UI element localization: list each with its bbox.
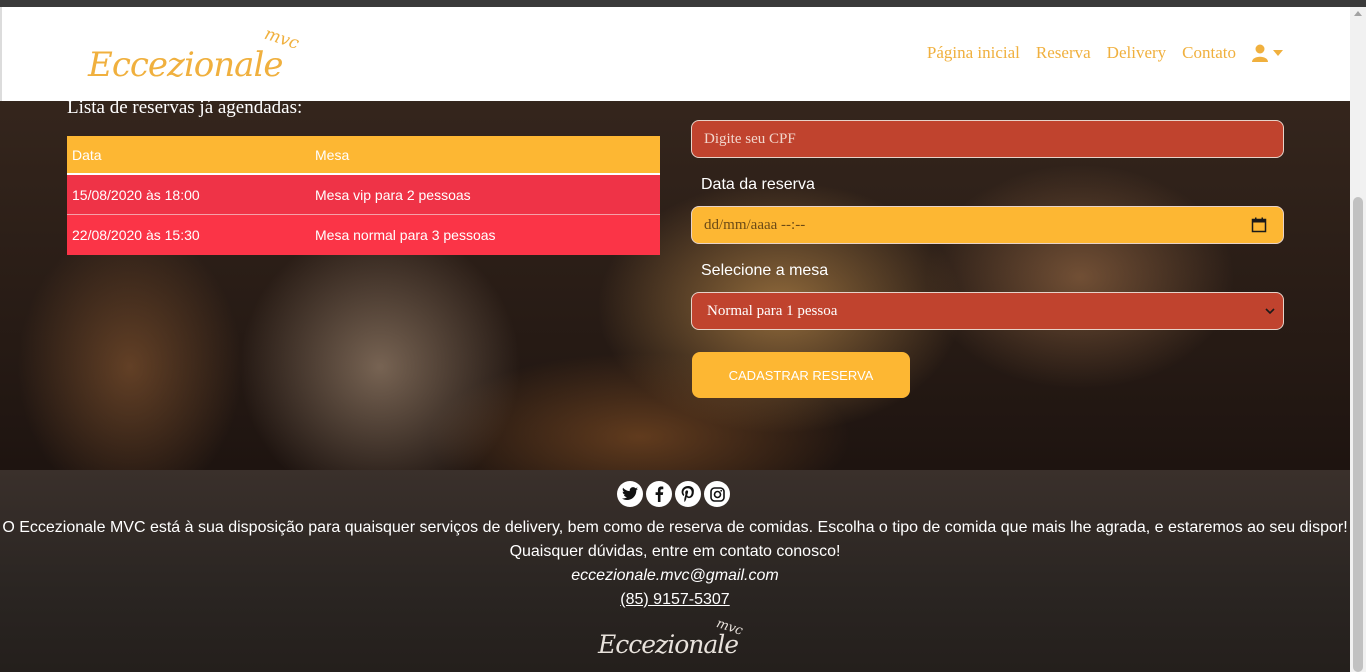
cell-table: Mesa vip para 2 pessoas (315, 186, 471, 203)
pinterest-icon[interactable] (675, 481, 701, 507)
cell-date: 22/08/2020 às 15:30 (72, 227, 200, 243)
reservations-title: Lista de reservas já agendadas: (67, 97, 303, 118)
scroll-up-arrow-icon[interactable] (1354, 11, 1362, 16)
table-row: 15/08/2020 às 18:00 Mesa vip para 2 pess… (67, 175, 660, 215)
navbar: Eccezionale mvc Página inicial Reserva D… (0, 7, 1350, 101)
brand-logo[interactable]: Eccezionale mvc (88, 24, 318, 93)
table-select[interactable]: Normal para 1 pessoa (691, 292, 1284, 330)
nav-link-delivery[interactable]: Delivery (1107, 43, 1166, 63)
table-header: Data Mesa (67, 136, 660, 175)
nav-links: Página inicial Reserva Delivery Contato (911, 43, 1284, 63)
footer-phone-link[interactable]: (85) 9157-5307 (0, 591, 1350, 609)
browser-top-strip (0, 0, 1366, 7)
table-select-label: Selecione a mesa (701, 262, 829, 279)
date-placeholder: dd/mm/aaaa --:-- (704, 216, 806, 233)
date-input[interactable]: dd/mm/aaaa --:-- (691, 206, 1284, 244)
nav-link-reserva[interactable]: Reserva (1036, 43, 1091, 63)
nav-link-home[interactable]: Página inicial (927, 43, 1020, 63)
reservations-table: Data Mesa 15/08/2020 às 18:00 Mesa vip p… (67, 136, 660, 255)
nav-link-contato[interactable]: Contato (1182, 43, 1236, 63)
date-label: Data da reserva (701, 176, 815, 193)
instagram-icon[interactable] (704, 481, 730, 507)
table-select-value: Normal para 1 pessoa (707, 302, 838, 319)
user-icon (1252, 44, 1268, 62)
column-header-data: Data (72, 146, 102, 163)
social-icons (617, 481, 733, 507)
twitter-icon[interactable] (617, 481, 643, 507)
submit-reservation-button[interactable]: CADASTRAR RESERVA (692, 352, 910, 398)
cpf-label: CPF: (701, 92, 738, 101)
chevron-down-icon (1265, 308, 1275, 315)
column-header-mesa: Mesa (315, 146, 350, 163)
cpf-input[interactable]: Digite seu CPF (691, 120, 1284, 158)
footer-logo: Eccezionale mvc (598, 616, 758, 667)
calendar-icon[interactable] (1251, 217, 1267, 233)
footer-logo-text: Eccezionale (598, 630, 739, 659)
scrollbar[interactable] (1350, 7, 1366, 672)
logo-text: Eccezionale (88, 45, 283, 85)
footer-email: eccezionale.mvc@gmail.com (571, 567, 779, 584)
facebook-icon[interactable] (646, 481, 672, 507)
cell-date: 15/08/2020 às 18:00 (72, 186, 200, 203)
scroll-thumb[interactable] (1353, 197, 1363, 672)
cpf-placeholder: Digite seu CPF (704, 130, 796, 147)
footer-description: O Eccezionale MVC está à sua disposição … (2, 519, 1348, 536)
user-menu-dropdown[interactable] (1252, 44, 1284, 62)
caret-down-icon (1273, 50, 1283, 56)
table-row: 22/08/2020 às 15:30 Mesa normal para 3 p… (67, 215, 660, 255)
footer-contact-prompt: Quaisquer dúvidas, entre em contato cono… (509, 543, 841, 560)
cell-table: Mesa normal para 3 pessoas (315, 227, 496, 243)
